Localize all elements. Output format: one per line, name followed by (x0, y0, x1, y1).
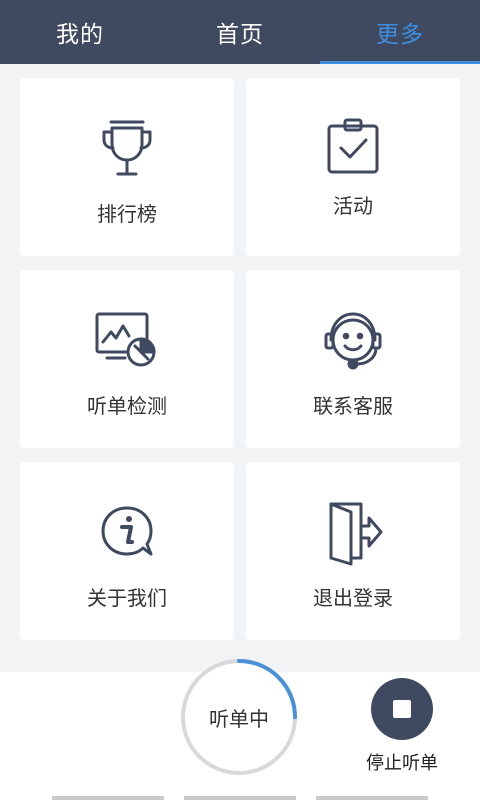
listening-status-label: 听单中 (209, 706, 269, 731)
menu-item-label: 活动 (333, 194, 373, 218)
clipboard-check-icon (246, 114, 460, 186)
bottom-divider-segment (52, 796, 164, 800)
tab-more[interactable]: 更多 (320, 0, 480, 64)
menu-item-ranking[interactable]: 排行榜 (20, 78, 234, 256)
menu-item-label: 联系客服 (313, 394, 393, 418)
menu-item-order-check[interactable]: 听单检测 (20, 270, 234, 448)
stop-listening-button[interactable] (371, 678, 433, 740)
top-nav-bar: 我的 首页 更多 (0, 0, 480, 64)
menu-item-label: 关于我们 (87, 586, 167, 610)
headset-icon (246, 306, 460, 378)
menu-item-label: 听单检测 (87, 394, 167, 418)
stop-listening-label: 停止听单 (366, 753, 438, 774)
tab-home[interactable]: 首页 (160, 0, 320, 64)
menu-item-customer-service[interactable]: 联系客服 (246, 270, 460, 448)
bottom-divider-segment (316, 796, 428, 800)
menu-item-activity[interactable]: 活动 (246, 78, 460, 256)
bottom-divider-segment (184, 796, 296, 800)
menu-item-label: 排行榜 (97, 202, 157, 226)
info-bubble-icon (20, 498, 234, 570)
stop-icon (393, 700, 411, 718)
exit-door-icon (246, 498, 460, 570)
tab-mine[interactable]: 我的 (0, 0, 160, 64)
menu-item-label: 退出登录 (313, 586, 393, 610)
menu-item-logout[interactable]: 退出登录 (246, 462, 460, 640)
trophy-icon (20, 114, 234, 186)
monitor-check-icon (20, 306, 234, 378)
menu-item-about-us[interactable]: 关于我们 (20, 462, 234, 640)
active-tab-indicator (320, 61, 480, 64)
